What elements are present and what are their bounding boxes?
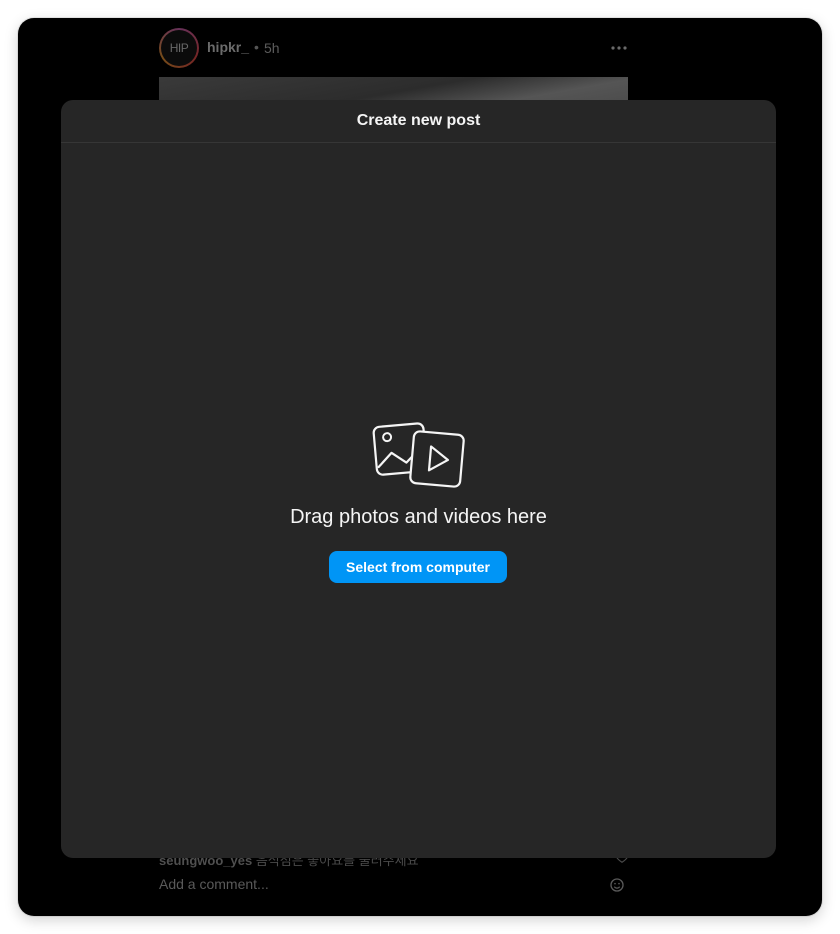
post-time: 5h — [264, 40, 280, 56]
add-comment-input[interactable]: Add a comment... — [159, 876, 269, 892]
create-post-modal: Create new post Drag photos and videos h… — [61, 100, 776, 858]
post-username[interactable]: hipkr_ — [207, 39, 249, 55]
app-window: HIP hipkr_ • 5h seungwoo_yes 음식점은 좋아요를 눌… — [18, 18, 822, 916]
separator-dot: • — [254, 39, 259, 55]
more-horizontal-icon[interactable] — [609, 40, 629, 56]
avatar-label: HIP — [161, 30, 197, 66]
modal-title: Create new post — [356, 112, 481, 129]
post-header: HIP hipkr_ • 5h — [159, 28, 629, 68]
emoji-icon[interactable] — [609, 877, 625, 893]
drop-zone[interactable]: Drag photos and videos here Select from … — [61, 143, 776, 858]
modal-header: Create new post — [61, 100, 776, 143]
photo-video-icon — [371, 417, 467, 491]
select-from-computer-button[interactable]: Select from computer — [329, 551, 507, 583]
drag-instructions: Drag photos and videos here — [290, 506, 547, 528]
avatar[interactable]: HIP — [159, 28, 199, 68]
